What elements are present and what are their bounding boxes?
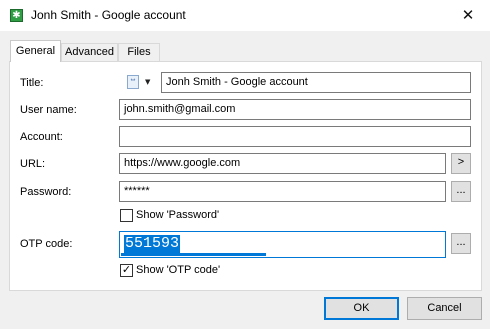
tab-files[interactable]: Files: [118, 43, 160, 61]
username-label: User name:: [20, 104, 77, 116]
checkmark-icon: ✓: [121, 263, 132, 276]
app-logo-icon: ✱: [10, 9, 23, 22]
chevron-down-icon[interactable]: ▼: [145, 78, 150, 86]
cancel-button[interactable]: Cancel: [407, 297, 482, 320]
password-more-button[interactable]: ...: [451, 181, 471, 202]
url-field[interactable]: https://www.google.com: [119, 153, 446, 174]
username-field[interactable]: john.smith@gmail.com: [119, 99, 471, 120]
show-password-label[interactable]: Show 'Password': [136, 209, 219, 221]
otp-code-value: 551593: [124, 235, 181, 253]
password-label: Password:: [20, 186, 72, 198]
entry-icon[interactable]: **: [127, 75, 139, 89]
show-otp-label[interactable]: Show 'OTP code': [136, 264, 220, 276]
otp-more-button[interactable]: ...: [451, 233, 471, 254]
close-icon[interactable]: ✕: [455, 3, 481, 27]
title-bar[interactable]: ✱ Jonh Smith - Google account ✕: [0, 0, 490, 31]
show-password-checkbox[interactable]: [120, 209, 133, 222]
tab-advanced[interactable]: Advanced: [61, 43, 118, 61]
open-url-button[interactable]: >: [451, 153, 471, 174]
title-field[interactable]: Jonh Smith - Google account: [161, 72, 471, 93]
otp-label: OTP code:: [20, 238, 73, 250]
ok-button[interactable]: OK: [324, 297, 399, 320]
window-title: Jonh Smith - Google account: [31, 8, 186, 22]
account-label: Account:: [20, 131, 63, 143]
account-field[interactable]: [119, 126, 471, 147]
otp-field[interactable]: 551593: [119, 231, 446, 258]
tab-general[interactable]: General: [10, 40, 61, 62]
title-label: Title:: [20, 77, 44, 89]
show-otp-checkbox[interactable]: ✓: [120, 264, 133, 277]
url-label: URL:: [20, 158, 46, 170]
otp-progress-fill: [121, 253, 267, 256]
otp-progress-bar: [121, 253, 444, 256]
password-field[interactable]: ******: [119, 181, 446, 202]
